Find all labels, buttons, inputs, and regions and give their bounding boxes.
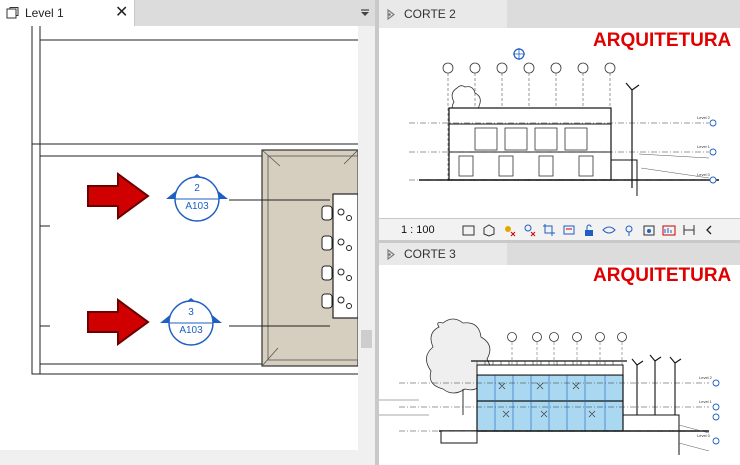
temporary-hide-icon[interactable] [601,223,616,237]
tab-level-1-label: Level 1 [25,6,64,20]
svg-text:Level 2: Level 2 [697,115,711,120]
section-2-canvas[interactable]: ARQUITETURA Level 2 Level 1 Level 0 [379,28,740,218]
section-view-icon [387,248,395,260]
svg-text:Level 1: Level 1 [699,399,713,404]
floor-plan-view-icon [6,6,19,18]
svg-text:Level 0: Level 0 [697,433,711,438]
section-3-canvas[interactable]: ARQUITETURA Level 2 Level 1 Level 0 [379,265,740,465]
tab-menu-icon[interactable] [360,8,370,18]
section-3-drawing: Level 2 Level 1 Level 0 [379,318,720,455]
section-view-icon [387,8,395,20]
section-head-icon [166,174,228,222]
floor-plan-pane: Level 1 ✕ 2 A103 3 A103 [0,0,375,465]
section-2-pane: CORTE 2 ARQUITETURA Level 2 Level 1 Leve… [379,0,740,241]
detail-level-icon[interactable] [462,223,476,237]
tab-corte-2[interactable]: CORTE 2 [379,0,507,28]
section-callout-2[interactable]: 2 A103 [164,172,230,224]
svg-text:Level 1: Level 1 [697,144,711,149]
chevron-left-icon[interactable] [702,223,716,237]
callout-sheet: A103 [185,201,209,212]
horizontal-scrollbar[interactable] [0,450,375,465]
right-bottom-tab-bar: CORTE 3 [379,243,740,265]
tab-corte-2-label: CORTE 2 [404,7,456,21]
floor-plan-drawing [31,26,358,375]
sun-path-icon[interactable] [502,223,516,237]
analytical-model-icon[interactable] [662,223,676,237]
red-arrow-icon [87,298,150,346]
right-top-tab-bar: CORTE 2 [379,0,740,28]
close-icon[interactable]: ✕ [115,5,128,21]
callout-sheet: A103 [179,325,203,336]
tab-corte-3-label: CORTE 3 [404,247,456,261]
temporary-view-properties-icon[interactable] [642,223,656,237]
crop-view-icon[interactable] [542,223,556,237]
section-head-icon [160,298,222,346]
svg-text:Level 0: Level 0 [697,172,711,177]
vertical-scrollbar[interactable] [358,26,375,450]
discipline-title: ARQUITETURA [593,30,732,51]
callout-number: 2 [194,183,200,194]
tab-level-1[interactable]: Level 1 ✕ [0,0,135,26]
reveal-hidden-icon[interactable] [622,223,636,237]
left-tab-bar: Level 1 ✕ [0,0,375,26]
red-arrow-icon [87,172,150,220]
discipline-title: ARQUITETURA [593,265,732,286]
svg-text:Level 2: Level 2 [699,375,713,380]
highlight-displacement-icon[interactable] [682,223,696,237]
scroll-thumb[interactable] [361,330,372,348]
visual-style-icon[interactable] [482,223,496,237]
tab-corte-3[interactable]: CORTE 3 [379,243,507,265]
view-control-bar: 1 : 100 [379,218,740,241]
section-callout-3[interactable]: 3 A103 [158,296,224,348]
show-crop-region-icon[interactable] [562,223,576,237]
shadows-icon[interactable] [522,223,536,237]
section-2-drawing: Level 2 Level 1 Level 0 [409,48,719,196]
view-scale[interactable]: 1 : 100 [401,224,435,236]
unlock-view-icon[interactable] [582,223,596,237]
callout-number: 3 [188,307,194,318]
section-3-pane: CORTE 3 ARQUITETURA Level 2 Level 1 Leve… [379,243,740,465]
floor-plan-canvas[interactable]: 2 A103 3 A103 [0,26,358,450]
